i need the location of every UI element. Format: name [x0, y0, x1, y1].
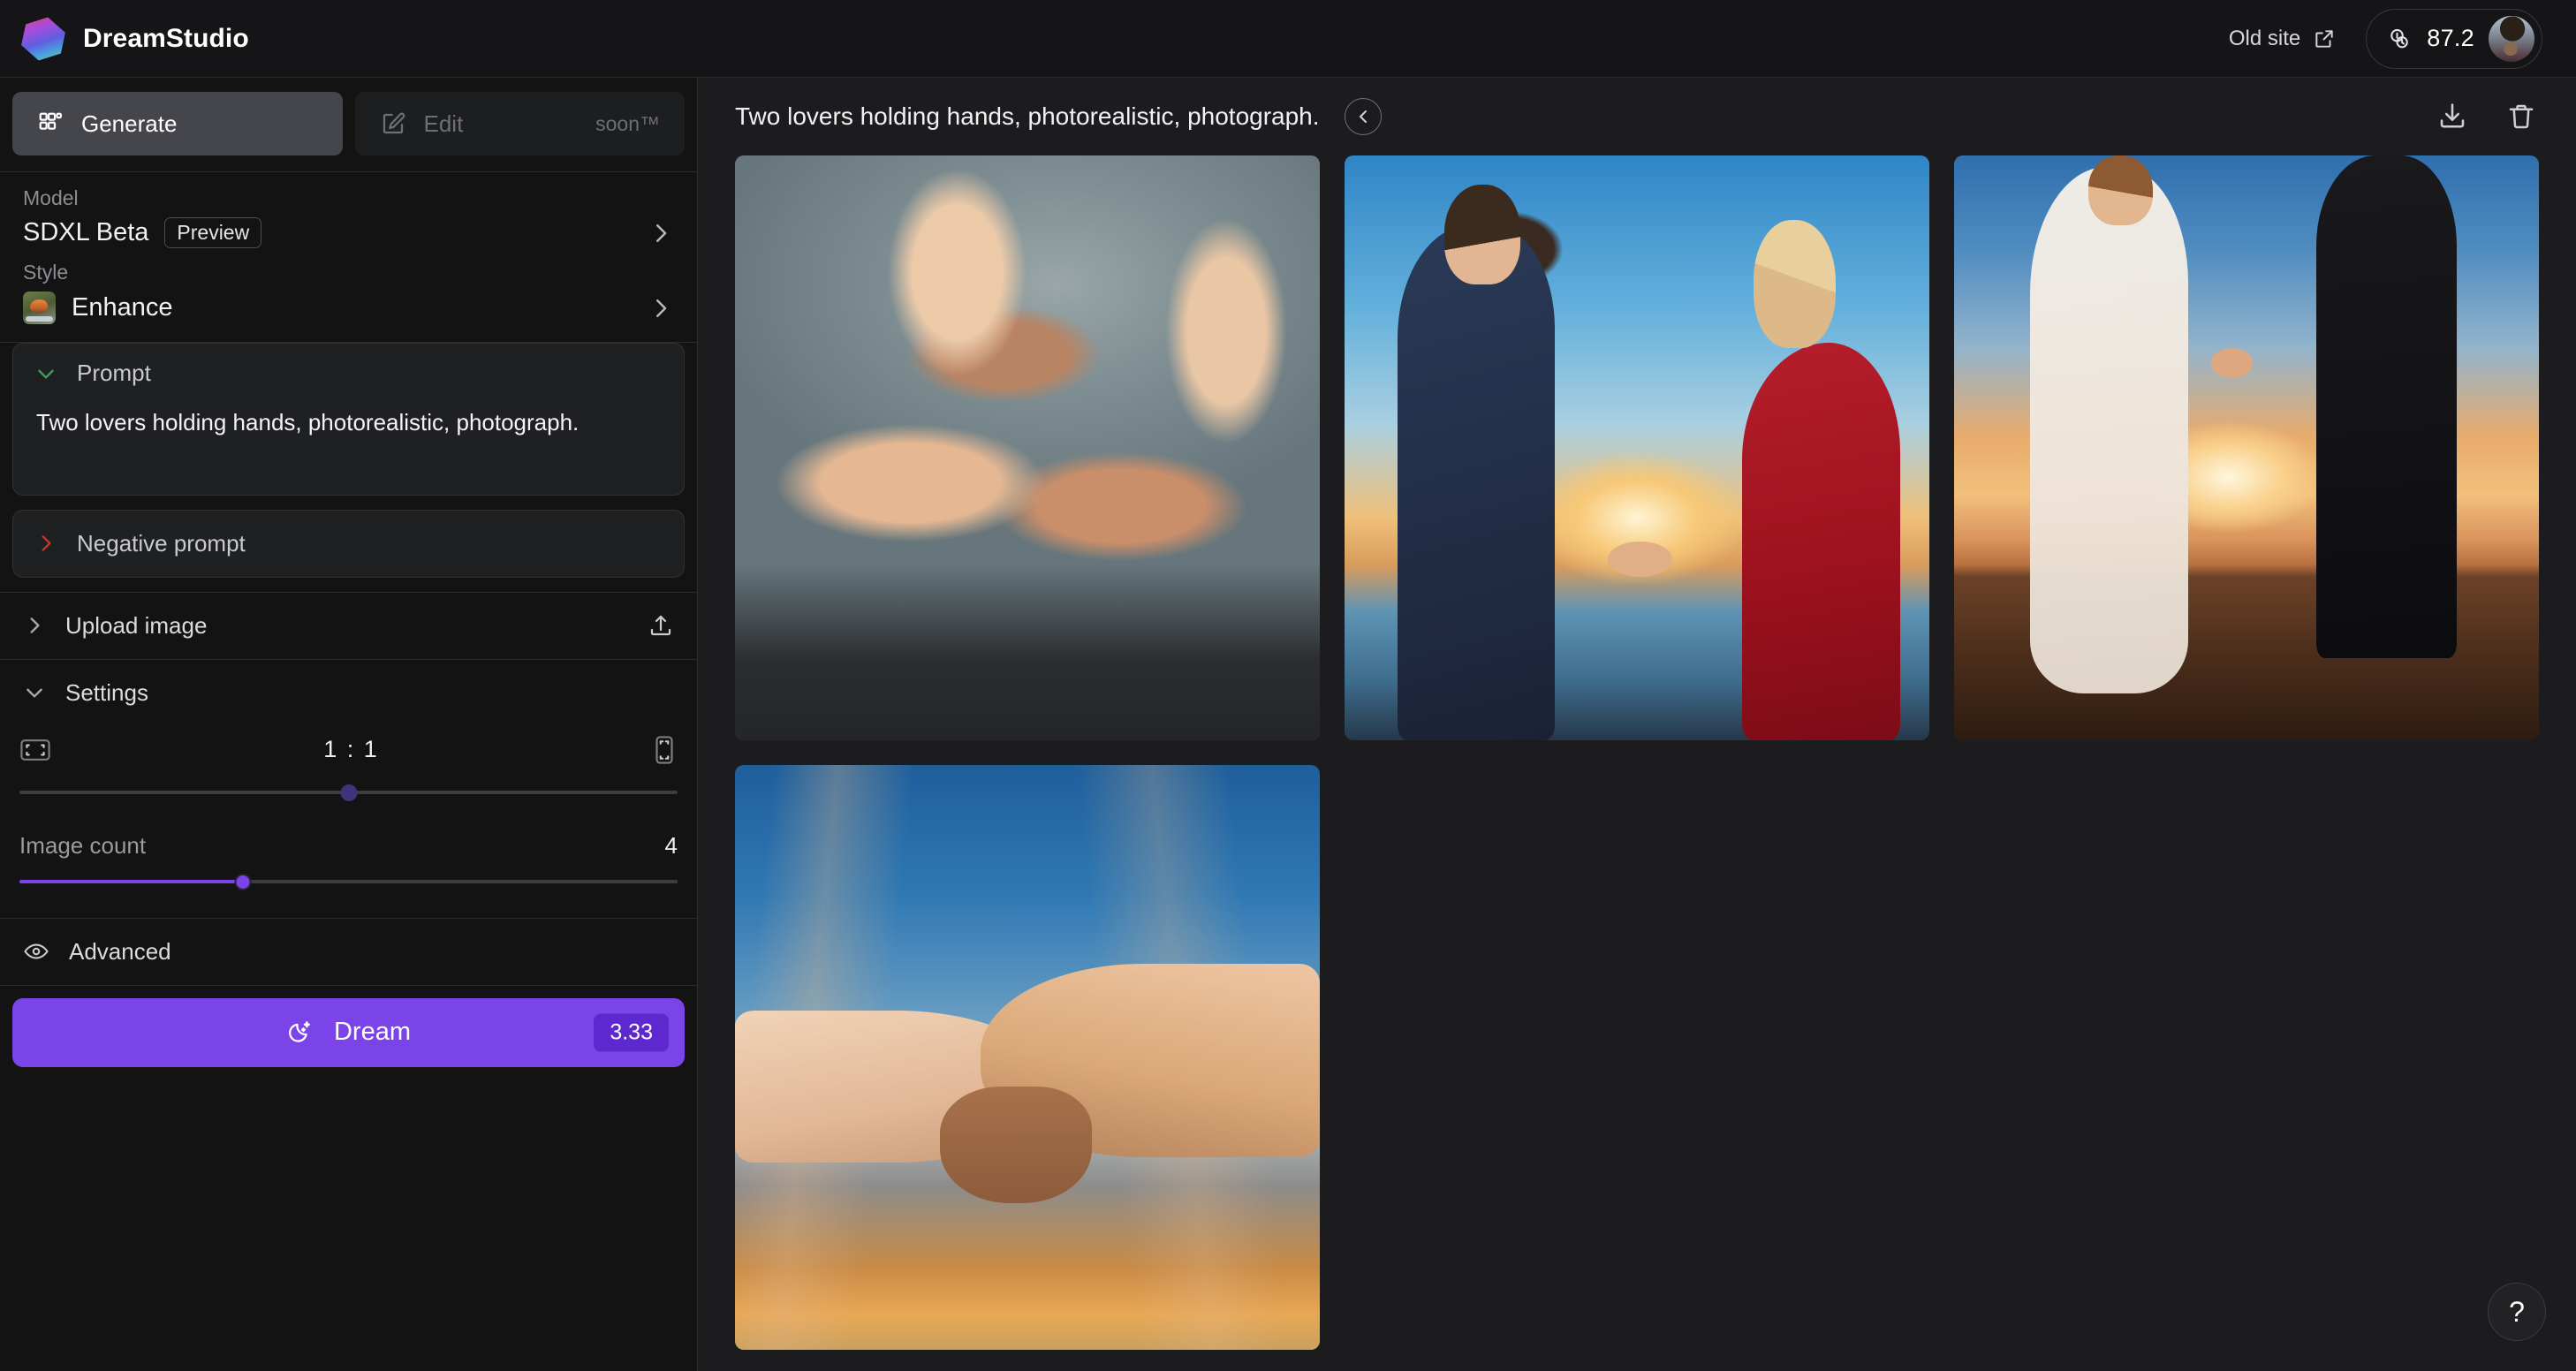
credits-value: 87.2	[2427, 25, 2474, 51]
gallery-image[interactable]	[1345, 155, 1929, 740]
aspect-ratio-row: 1 : 1	[19, 717, 678, 774]
style-selector[interactable]: Enhance	[23, 288, 674, 337]
chevron-right-icon	[648, 220, 674, 246]
trash-icon[interactable]	[2505, 101, 2537, 133]
slider-thumb[interactable]	[340, 784, 357, 801]
chevron-down-icon	[23, 681, 46, 704]
tab-generate[interactable]: Generate	[12, 92, 343, 155]
dreamstudio-hex-logo-icon	[19, 12, 67, 64]
gallery-image[interactable]	[735, 765, 1320, 1350]
aspect-landscape-icon[interactable]	[19, 737, 51, 763]
prompt-cards: Prompt Two lovers holding hands, photore…	[0, 343, 697, 592]
tab-edit[interactable]: Edit soon™	[354, 92, 685, 155]
main-panel: Two lovers holding hands, photorealistic…	[698, 78, 2576, 1371]
gallery-image[interactable]	[1954, 155, 2539, 740]
figure-joined-hands	[1607, 541, 1672, 577]
upload-icon[interactable]	[648, 612, 674, 639]
negative-prompt-title: Negative prompt	[77, 529, 246, 557]
model-label: Model	[23, 186, 79, 209]
dream-cost-badge: 3.33	[594, 1013, 669, 1052]
figure-fingers	[939, 1087, 1092, 1204]
image-gallery	[698, 155, 2576, 1371]
chevron-down-icon	[34, 362, 57, 385]
app-body: Generate Edit soon™ Model SDXL Beta Prev…	[0, 78, 2576, 1371]
dreamstudio-app: DreamStudio Old site 87.2 Generate Edit …	[0, 0, 2576, 1371]
dream-button-label: Dream	[333, 1018, 411, 1047]
model-style-section: Model SDXL Beta Preview Style Enhance	[0, 172, 697, 342]
image-count-label: Image count	[19, 831, 147, 859]
prompt-title: Prompt	[77, 360, 151, 386]
top-bar-right: Old site 87.2	[2229, 8, 2542, 69]
upload-image-label: Upload image	[65, 611, 208, 639]
style-label: Style	[23, 261, 69, 284]
aspect-portrait-icon[interactable]	[651, 735, 678, 765]
sidebar-tabs: Generate Edit soon™	[0, 78, 697, 171]
aspect-ratio-slider[interactable]	[19, 779, 678, 806]
figure-woman	[1742, 342, 1900, 740]
model-preview-badge: Preview	[164, 217, 262, 248]
chevron-right-icon	[648, 295, 674, 322]
settings-body: 1 : 1 Image count 4	[0, 710, 697, 898]
grid-icon	[37, 110, 64, 137]
advanced-row[interactable]: Advanced	[0, 919, 697, 985]
aspect-ratio-value: 1 : 1	[323, 736, 379, 763]
image-count-value: 4	[664, 831, 678, 859]
settings-header[interactable]: Settings	[0, 660, 697, 710]
robin-bird-thumbnail-icon	[23, 292, 56, 324]
pencil-square-icon	[380, 110, 406, 137]
figure-joined-hands	[2211, 348, 2253, 378]
brand-name: DreamStudio	[83, 23, 249, 53]
main-header: Two lovers holding hands, photorealistic…	[698, 78, 2576, 155]
avatar[interactable]	[2489, 15, 2534, 62]
style-value: Enhance	[72, 293, 173, 322]
model-selector[interactable]: SDXL Beta Preview	[23, 214, 674, 261]
upload-image-row[interactable]: Upload image	[0, 593, 697, 659]
gallery-image[interactable]	[735, 155, 1320, 740]
chevron-right-icon	[34, 532, 57, 555]
tab-generate-label: Generate	[81, 110, 178, 137]
dream-button[interactable]: Dream 3.33	[12, 997, 685, 1067]
negative-prompt-header[interactable]: Negative prompt	[34, 530, 663, 557]
old-site-link[interactable]: Old site	[2229, 27, 2336, 51]
eye-icon	[23, 938, 49, 965]
figure-groom	[2316, 155, 2458, 659]
figure-bride-head	[2088, 155, 2154, 226]
prompt-header[interactable]: Prompt	[34, 360, 663, 387]
image-count-row: Image count 4	[19, 809, 678, 863]
figure-bride	[2030, 167, 2188, 694]
download-icon[interactable]	[2436, 101, 2468, 133]
moon-stars-icon	[286, 1019, 314, 1047]
figure-man-head	[1443, 185, 1520, 284]
sidebar: Generate Edit soon™ Model SDXL Beta Prev…	[0, 78, 698, 1371]
figure-man	[1397, 225, 1556, 740]
back-button[interactable]	[1344, 98, 1382, 135]
dream-button-wrap: Dream 3.33	[0, 986, 697, 1067]
main-header-actions	[2436, 101, 2537, 133]
question-mark-icon: ?	[2509, 1295, 2525, 1328]
negative-prompt-card[interactable]: Negative prompt	[12, 509, 685, 578]
slider-thumb[interactable]	[234, 873, 252, 890]
tab-edit-badge: soon™	[595, 111, 660, 135]
tab-edit-label: Edit	[423, 110, 464, 137]
figure-woman-head	[1754, 219, 1837, 349]
brand[interactable]: DreamStudio	[23, 17, 249, 61]
slider-fill	[19, 879, 244, 883]
advanced-label: Advanced	[69, 937, 171, 965]
arrow-left-circle-icon	[1352, 106, 1374, 127]
chevron-right-icon	[23, 614, 46, 637]
top-bar: DreamStudio Old site 87.2	[0, 0, 2576, 78]
old-site-label: Old site	[2228, 26, 2301, 50]
prompt-input[interactable]: Two lovers holding hands, photorealistic…	[34, 387, 663, 477]
prompt-card[interactable]: Prompt Two lovers holding hands, photore…	[12, 343, 685, 496]
model-value: SDXL Beta	[23, 218, 149, 246]
settings-label: Settings	[65, 678, 148, 706]
credits-pill[interactable]: 87.2	[2366, 8, 2542, 69]
external-link-icon	[2313, 27, 2336, 50]
page-title: Two lovers holding hands, photorealistic…	[735, 102, 1320, 130]
image-count-slider[interactable]	[19, 868, 678, 895]
help-button[interactable]: ?	[2488, 1283, 2546, 1341]
coins-icon	[2386, 26, 2413, 52]
